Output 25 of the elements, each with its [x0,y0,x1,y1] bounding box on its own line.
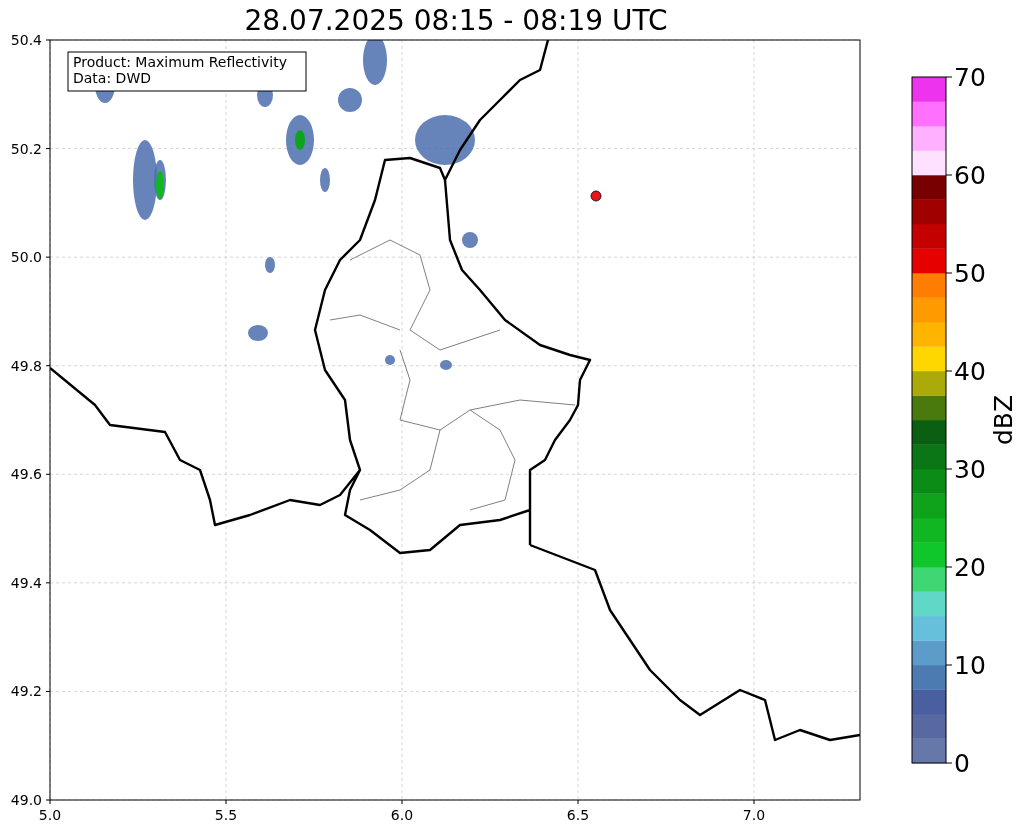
y-tick-label: 50.2 [10,140,42,157]
colorbar-tick-label: 30 [954,455,986,484]
colorbar-tick-label: 70 [954,63,986,92]
x-tick-label: 6.0 [390,807,414,823]
colorbar-tick-label: 0 [954,749,970,778]
chart-title: 28.07.2025 08:15 - 08:19 UTC [244,4,668,37]
y-tick-label: 50.4 [10,32,42,48]
x-tick-label: 5.0 [38,807,62,823]
y-tick-label: 49.6 [10,466,42,483]
colorbar-tick-label: 50 [954,259,986,288]
x-tick-label: 6.5 [566,807,590,823]
x-tick-label: 5.5 [214,807,238,823]
x-tick-label: 7.0 [742,807,766,823]
colorbar-label: dBZ [989,394,1018,446]
colorbar-tick-label: 20 [954,553,986,582]
annotation-text: Product: Maximum Reflectivity [73,54,287,70]
y-tick-label: 49.0 [10,792,42,808]
colorbar-tick-label: 10 [954,651,986,680]
annotation-text: Data: DWD [73,70,151,86]
y-tick-label: 49.2 [10,683,42,700]
colorbar-tick-label: 60 [954,161,986,190]
colorbar-tick-label: 40 [954,357,986,386]
y-tick-label: 49.4 [10,574,42,591]
y-tick-label: 50.0 [10,249,42,266]
y-tick-label: 49.8 [10,357,42,374]
